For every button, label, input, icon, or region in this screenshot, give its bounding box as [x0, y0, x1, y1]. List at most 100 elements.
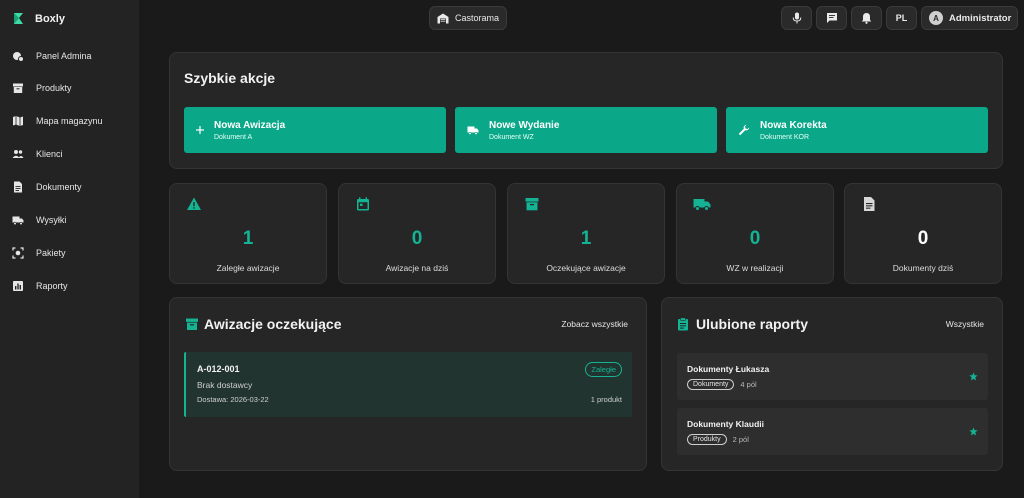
document-icon — [12, 181, 24, 193]
sidebar-item-klienci[interactable]: Klienci — [0, 141, 139, 167]
report-tag: Produkty — [687, 434, 727, 445]
avatar: A — [929, 11, 943, 25]
new-awizacja-button[interactable]: Nowa Awizacja Dokument A — [184, 107, 446, 153]
report-fields: 2 pól — [732, 435, 749, 444]
package-scan-icon — [12, 247, 24, 259]
warehouse-icon — [437, 13, 449, 24]
report-item[interactable]: Dokumenty Łukasza Dokumenty 4 pól — [677, 353, 988, 400]
people-icon — [12, 148, 24, 160]
truck-icon — [693, 196, 711, 212]
truck-icon — [12, 214, 24, 226]
stat-label: Zaległe awizacje — [216, 263, 280, 273]
sidebar-item-label: Mapa magazynu — [36, 116, 103, 126]
action-title: Nowa Awizacja — [214, 119, 286, 131]
archive-box-icon — [185, 317, 199, 331]
sidebar-item-label: Produkty — [36, 83, 72, 93]
store-name: Castorama — [454, 13, 499, 23]
new-korekta-button[interactable]: Nowa Korekta Dokument KOR — [726, 107, 988, 153]
status-badge: Zaległe — [585, 362, 622, 377]
sidebar-item-label: Pakiety — [36, 248, 66, 258]
new-wydanie-button[interactable]: Nowe Wydanie Dokument WZ — [455, 107, 717, 153]
stat-card-wz[interactable]: 0 WZ w realizacji — [676, 183, 834, 284]
see-all-link[interactable]: Zobacz wszystkie — [561, 319, 628, 329]
sidebar-item-label: Dokumenty — [36, 182, 82, 192]
messages-button[interactable] — [816, 6, 847, 30]
action-subtitle: Dokument KOR — [760, 133, 810, 141]
stat-card-oczekujace[interactable]: 1 Oczekujące awizacje — [507, 183, 665, 284]
pending-awizacje-card: Awizacje oczekujące Zobacz wszystkie A-0… — [169, 297, 647, 471]
stat-label: WZ w realizacji — [726, 263, 784, 273]
report-tag: Dokumenty — [687, 379, 735, 390]
stat-card-zalegle[interactable]: 1 Zaległe awizacje — [169, 183, 327, 284]
stat-card-dokumenty-dzis[interactable]: 0 Dokumenty dziś — [844, 183, 1002, 284]
sidebar-item-produkty[interactable]: Produkty — [0, 75, 139, 101]
sidebar-item-label: Klienci — [36, 149, 63, 159]
document-icon — [861, 196, 877, 212]
archive-box-icon — [524, 196, 540, 212]
stat-value: 1 — [580, 228, 592, 249]
quick-actions-card: Szybkie akcje Nowa Awizacja Dokument A N… — [169, 52, 1003, 169]
stat-value: 1 — [242, 228, 254, 249]
app-name: Boxly — [35, 12, 65, 25]
favorites-title: Ulubione raporty — [696, 316, 809, 332]
user-menu-button[interactable]: A Administrator — [921, 6, 1018, 30]
plus-icon — [196, 126, 204, 134]
sidebar: Boxly Panel Admina Produkty Mapa magazyn… — [0, 0, 139, 498]
awizacja-note: Brak dostawcy — [197, 380, 253, 390]
bar-chart-icon — [12, 280, 24, 292]
sidebar-item-mapa-magazynu[interactable]: Mapa magazynu — [0, 108, 139, 134]
sidebar-item-pakiety[interactable]: Pakiety — [0, 240, 139, 266]
admin-panel-icon — [12, 50, 24, 62]
stat-card-awizacje-dzis[interactable]: 0 Awizacje na dziś — [338, 183, 496, 284]
report-name: Dokumenty Łukasza — [687, 364, 770, 374]
report-name: Dokumenty Klaudii — [687, 419, 764, 429]
sidebar-item-panel-admina[interactable]: Panel Admina — [0, 43, 139, 69]
delivery-date: Dostawa: 2026-03-22 — [197, 395, 269, 404]
brand[interactable]: Boxly — [12, 12, 65, 25]
microphone-button[interactable] — [781, 6, 812, 30]
microphone-icon — [792, 12, 802, 24]
report-meta: Produkty 2 pól — [687, 434, 749, 445]
wrench-icon — [738, 124, 750, 136]
store-selector[interactable]: Castorama — [429, 6, 507, 30]
truck-icon — [467, 125, 479, 135]
report-meta: Dokumenty 4 pól — [687, 379, 757, 390]
language-button[interactable]: PL — [886, 6, 917, 30]
all-reports-link[interactable]: Wszystkie — [946, 319, 984, 329]
quick-actions-title: Szybkie akcje — [184, 70, 276, 86]
stat-label: Oczekujące awizacje — [546, 263, 626, 273]
sidebar-item-dokumenty[interactable]: Dokumenty — [0, 174, 139, 200]
stat-label: Dokumenty dziś — [892, 263, 954, 273]
boxly-logo-icon — [12, 12, 25, 25]
sidebar-item-raporty[interactable]: Raporty — [0, 273, 139, 299]
pending-item[interactable]: A-012-001 Zaległe Brak dostawcy Dostawa:… — [184, 352, 632, 417]
map-icon — [12, 115, 24, 127]
calendar-icon — [355, 196, 371, 212]
chat-icon — [826, 12, 838, 24]
report-item[interactable]: Dokumenty Klaudii Produkty 2 pól — [677, 408, 988, 455]
archive-box-icon — [12, 82, 24, 94]
action-title: Nowa Korekta — [760, 119, 827, 131]
action-subtitle: Dokument A — [214, 133, 253, 141]
report-fields: 4 pól — [740, 380, 757, 389]
stat-value: 0 — [917, 228, 929, 249]
action-subtitle: Dokument WZ — [489, 133, 534, 141]
user-name: Administrator — [949, 12, 1012, 24]
pending-title: Awizacje oczekujące — [204, 316, 342, 332]
star-icon[interactable] — [969, 372, 978, 381]
notifications-button[interactable] — [851, 6, 882, 30]
sidebar-item-label: Wysyłki — [36, 215, 67, 225]
stat-value: 0 — [411, 228, 423, 249]
warning-icon — [186, 196, 202, 212]
sidebar-item-label: Panel Admina — [36, 51, 92, 61]
action-title: Nowe Wydanie — [489, 119, 560, 131]
stat-value: 0 — [749, 228, 761, 249]
product-count: 1 produkt — [590, 395, 622, 404]
sidebar-item-wysylki[interactable]: Wysyłki — [0, 207, 139, 233]
sidebar-item-label: Raporty — [36, 281, 68, 291]
awizacja-id: A-012-001 — [197, 364, 240, 374]
language-label: PL — [895, 13, 908, 23]
stat-label: Awizacje na dziś — [385, 263, 449, 273]
star-icon[interactable] — [969, 427, 978, 436]
clipboard-icon — [677, 317, 689, 331]
